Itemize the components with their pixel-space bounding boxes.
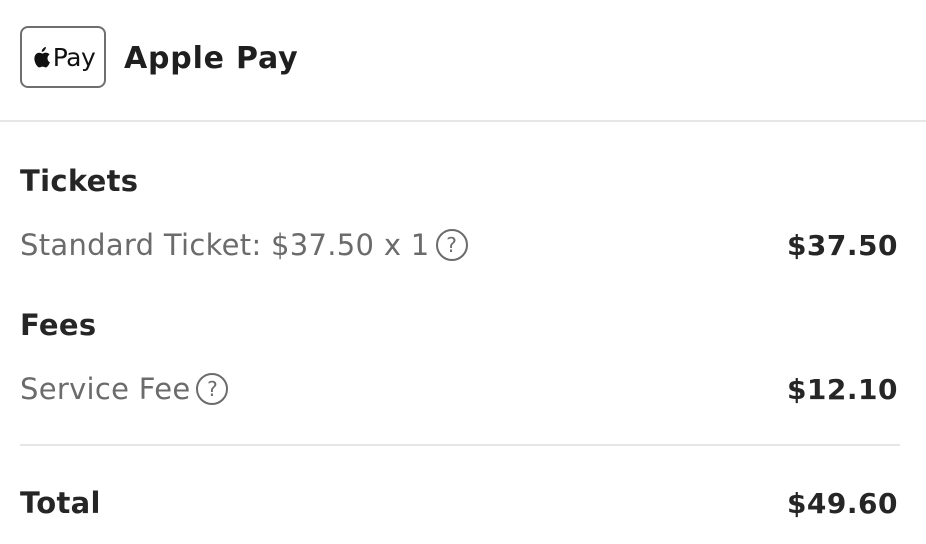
- divider: [20, 444, 900, 446]
- ticket-line-amount: $37.50: [786, 228, 898, 262]
- fees-heading: Fees: [20, 308, 97, 342]
- payment-method-row[interactable]: Pay Apple Pay: [0, 0, 926, 122]
- payment-method-label: Apple Pay: [124, 41, 299, 76]
- ticket-line-item: Standard Ticket: $37.50 x 1 ? $37.50: [20, 225, 898, 265]
- apple-logo-icon: [34, 47, 50, 68]
- service-fee-amount: $12.10: [786, 372, 898, 406]
- question-circle-icon[interactable]: ?: [435, 229, 468, 261]
- question-circle-icon[interactable]: ?: [196, 373, 229, 405]
- apple-pay-badge-text: Pay: [52, 42, 96, 72]
- service-fee-line-item: Service Fee ? $12.10: [20, 369, 898, 409]
- tickets-heading: Tickets: [20, 164, 139, 198]
- total-amount: $49.60: [786, 486, 898, 520]
- ticket-line-label: Standard Ticket: $37.50 x 1: [20, 228, 430, 262]
- service-fee-label: Service Fee: [20, 372, 191, 406]
- total-label: Total: [20, 486, 101, 520]
- total-row: Total $49.60: [20, 482, 898, 524]
- apple-pay-badge: Pay: [20, 26, 106, 88]
